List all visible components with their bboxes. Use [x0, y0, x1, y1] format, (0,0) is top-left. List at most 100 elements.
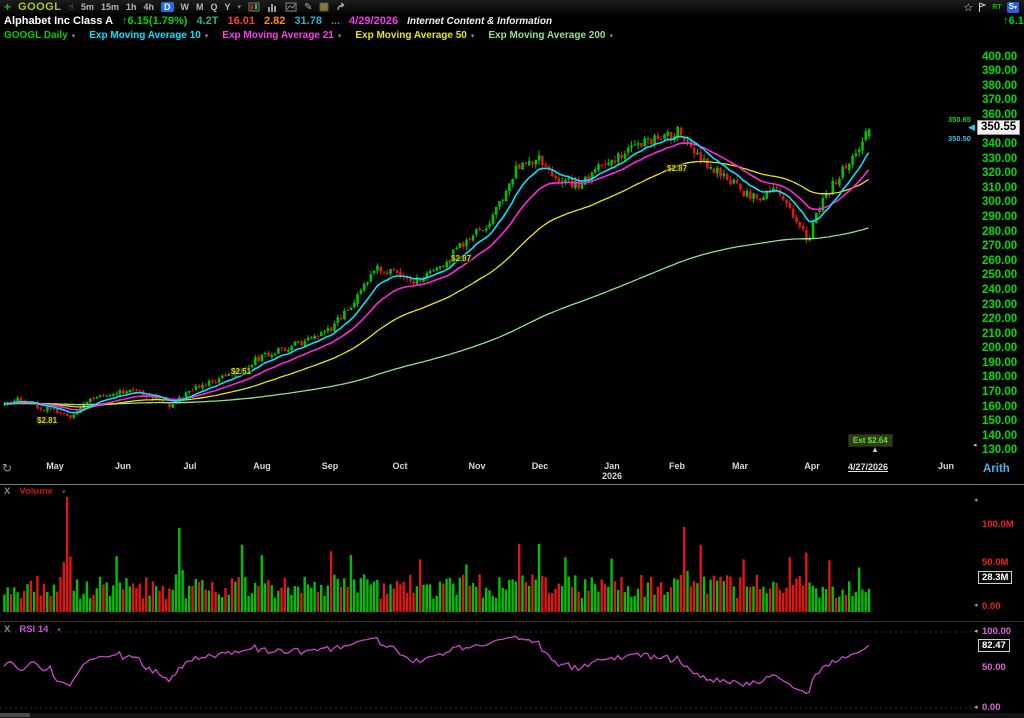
draw-tool-icon[interactable]: ✎ [304, 2, 312, 13]
month-label: Mar [732, 461, 748, 471]
volume-title[interactable]: Volume [19, 486, 53, 497]
market-cap: 4.2T [196, 15, 218, 27]
price-axis-label: 370.00 [982, 94, 1017, 107]
price-axis-label: 270.00 [982, 240, 1017, 253]
month-label: Nov [468, 461, 485, 471]
note-icon[interactable] [319, 2, 329, 12]
rsi-title[interactable]: RSI 14 [19, 624, 48, 635]
volume-chart[interactable] [0, 495, 978, 613]
timeframe-button-m[interactable]: M [196, 2, 204, 12]
pe-ratio: 16.01 [227, 15, 255, 27]
indicator-label: Exp Moving Average 10 [89, 30, 201, 41]
indicator-caret-icon[interactable]: ▾ [609, 32, 613, 40]
low-marker-icon: ◂ [973, 442, 977, 449]
rsi-close-button[interactable]: X [4, 624, 10, 635]
rsi-chart[interactable] [0, 628, 978, 714]
indicator-label: Exp Moving Average 21 [222, 30, 334, 41]
timeframe-button-15m[interactable]: 15m [101, 2, 119, 12]
rsi-axis-label: 50.00 [982, 662, 1006, 673]
rsi-zero-marker-icon: ◂ [974, 704, 978, 711]
price-axis-label: 330.00 [982, 153, 1017, 166]
price-axis-label: 400.00 [982, 51, 1017, 64]
price-axis-label: 220.00 [982, 313, 1017, 326]
reset-zoom-icon[interactable]: ↻ [2, 461, 12, 475]
month-label: Jun [938, 461, 954, 471]
earnings-label: $2.87 [666, 164, 688, 173]
timeframe-button-w[interactable]: W [181, 2, 190, 12]
price-axis-label: 190.00 [982, 357, 1017, 370]
add-symbol-icon[interactable]: + [4, 0, 11, 14]
earnings-label: $2.87 [450, 254, 472, 263]
hand-icon[interactable]: ☝ [68, 2, 73, 13]
price-axis-label: 130.00 [982, 444, 1017, 457]
stream-badge[interactable]: S▾ [1007, 2, 1019, 13]
timeframe-button-q[interactable]: Q [211, 2, 218, 12]
month-label: May [46, 461, 64, 471]
price-axis-label: 140.00 [982, 430, 1017, 443]
flag-icon[interactable] [978, 2, 987, 13]
month-label: Apr [804, 461, 820, 471]
indicator-caret-icon[interactable]: ▾ [205, 32, 209, 40]
price-axis-label: 260.00 [982, 255, 1017, 268]
month-label: Feb [669, 461, 685, 471]
timeframe-button-1h[interactable]: 1h [126, 2, 137, 12]
chart-layout-icon[interactable] [285, 2, 297, 12]
price-chart[interactable] [0, 43, 978, 459]
rsi-caret-icon[interactable]: ▾ [57, 626, 61, 634]
volume-close-button[interactable]: X [4, 486, 10, 497]
month-label: Oct [392, 461, 407, 471]
bottom-scrollbar-track[interactable] [0, 713, 1024, 718]
earnings-marker-icon: ▲ [871, 446, 879, 454]
price-axis-label: 280.00 [982, 226, 1017, 239]
timeframe-caret-icon[interactable]: ▾ [238, 3, 242, 11]
indicator-item-1[interactable]: Exp Moving Average 10 ▾ [89, 30, 208, 41]
bid-label: 350.50 [948, 134, 971, 143]
volume-axis-label: 50.0M [982, 557, 1008, 568]
timeframe-button-d[interactable]: D [161, 2, 174, 12]
price-axis-label: 390.00 [982, 65, 1017, 78]
price-axis-label: 290.00 [982, 211, 1017, 224]
month-label: Sep [322, 461, 339, 471]
volume-panel-header: X Volume ▾ [4, 486, 65, 497]
bar-chart-icon[interactable] [267, 2, 278, 12]
quote-change-right: ↑6.15 [1003, 15, 1024, 27]
timeframe-button-4h[interactable]: 4h [144, 2, 155, 12]
indicator-item-4[interactable]: Exp Moving Average 200▾ [488, 30, 613, 41]
volume-caret-icon[interactable]: ▾ [62, 488, 66, 496]
share-icon[interactable] [336, 2, 348, 12]
month-label: Jun [115, 461, 131, 471]
price-axis-label: 380.00 [982, 80, 1017, 93]
scale-type-label[interactable]: Arith [983, 463, 1010, 475]
price-axis-label: 170.00 [982, 386, 1017, 399]
quote-stat: 31.78 [294, 15, 322, 27]
indicator-caret-icon[interactable]: ▾ [471, 32, 475, 40]
month-label: Jul [183, 461, 196, 471]
symbol-ticker[interactable]: GOOGL [18, 1, 61, 13]
company-name: Alphabet Inc Class A [4, 15, 113, 27]
indicator-item-0[interactable]: GOOGL Daily ▾ [4, 30, 75, 41]
indicator-item-2[interactable]: Exp Moving Average 21 ▾ [222, 30, 341, 41]
earnings-label: $2.81 [36, 416, 58, 425]
price-axis-label: 250.00 [982, 269, 1017, 282]
candlestick-chart-icon[interactable] [248, 2, 260, 12]
month-label: Aug [253, 461, 271, 471]
session-date-label: 4/27/2026 [848, 462, 888, 472]
bottom-scrollbar-thumb[interactable] [0, 713, 30, 717]
toolbar-right-group: ☆ RT S▾ [963, 0, 1024, 14]
favorite-star-icon[interactable]: ☆ [963, 1, 973, 14]
indicator-caret-icon[interactable]: ▾ [72, 32, 76, 40]
eps-value: 2.82 [264, 15, 285, 27]
rsi-max-marker-icon: ◂ [974, 628, 978, 635]
price-axis-label: 230.00 [982, 299, 1017, 312]
indicator-label: GOOGL Daily [4, 30, 68, 41]
price-axis-label: 300.00 [982, 196, 1017, 209]
indicator-caret-icon[interactable]: ▾ [338, 32, 342, 40]
timeframe-button-y[interactable]: Y [225, 2, 231, 12]
earnings-date: 4/29/2026 [349, 15, 398, 27]
indicator-item-3[interactable]: Exp Moving Average 50▾ [355, 30, 474, 41]
volume-axis-label: 100.0M [982, 519, 1014, 530]
quote-ellipsis[interactable]: ... [331, 15, 340, 27]
timeframe-button-5m[interactable]: 5m [81, 2, 94, 12]
trading-app-window: + GOOGL ☝ 5m 15m 1h 4h DWMQY ▾ ✎ ☆ RT S▾ [0, 0, 1024, 718]
time-axis[interactable]: MayJunJulAugSepOctNovDecJan2026FebMarApr… [0, 458, 1024, 485]
